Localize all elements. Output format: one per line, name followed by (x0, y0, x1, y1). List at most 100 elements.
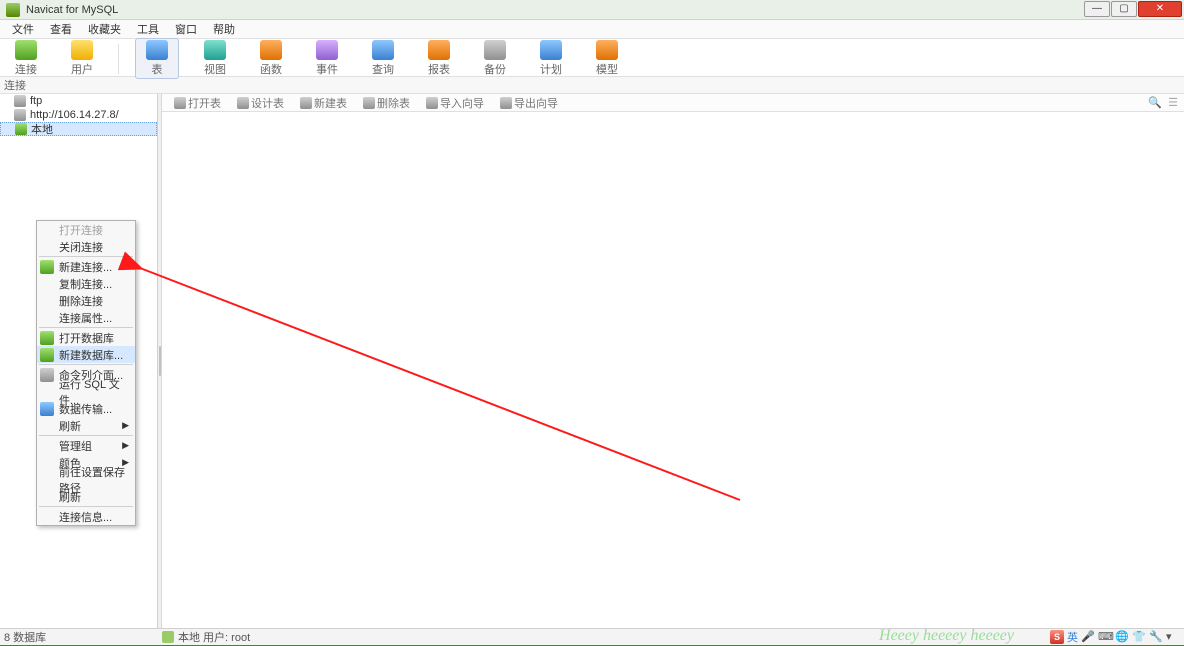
toolbar-user[interactable]: 用户 (62, 40, 102, 77)
object-toolbar-item[interactable]: 设计表 (231, 95, 290, 111)
menu-item[interactable]: 连接信息... (37, 508, 135, 525)
toolbar-small-icon (300, 97, 312, 109)
menu-item-label: 新建数据库... (59, 347, 123, 363)
window-titlebar: Navicat for MySQL — ▢ ✕ (0, 0, 1184, 20)
menu-item-label: 管理组 (59, 438, 92, 454)
ime-lang[interactable]: 英 (1067, 629, 1078, 645)
statusbar-left: 8 数据库 (4, 629, 162, 645)
tree-item-label: 本地 (31, 121, 53, 137)
object-toolbar-item[interactable]: 打开表 (168, 95, 227, 111)
tree-item[interactable]: http://106.14.27.8/ (0, 108, 157, 122)
connect-icon (15, 40, 37, 60)
tray-icon[interactable]: 🎤 (1081, 630, 1095, 644)
connection-pane-header-label: 连接 (4, 77, 26, 93)
menu-fav[interactable]: 收藏夹 (80, 21, 129, 37)
app-icon (6, 3, 20, 17)
maximize-button[interactable]: ▢ (1111, 1, 1137, 17)
menu-item: 打开连接 (37, 221, 135, 238)
event-icon (316, 40, 338, 60)
toolbar-label: 用户 (71, 61, 93, 77)
tray-icon[interactable]: 🌐 (1115, 630, 1129, 644)
menu-item[interactable]: 刷新 (37, 488, 135, 505)
watermark-text: Heeey heeeey heeeey (879, 627, 1014, 645)
context-menu: 打开连接关闭连接新建连接...复制连接...删除连接连接属性... 打开数据库新建… (36, 220, 136, 526)
query-icon (372, 40, 394, 60)
menu-file[interactable]: 文件 (4, 21, 42, 37)
toolbar-func[interactable]: 函数 (251, 40, 291, 77)
menu-item-icon (40, 260, 54, 274)
db-icon (14, 95, 26, 107)
object-toolbar-label: 导入向导 (440, 95, 484, 111)
menu-item[interactable]: 新建数据库... (37, 346, 135, 363)
toolbar-label: 模型 (596, 61, 618, 77)
submenu-arrow-icon: ▶ (122, 420, 129, 431)
menu-item-icon (40, 368, 54, 382)
menu-item[interactable]: 复制连接... (37, 275, 135, 292)
toolbar-label: 计划 (540, 61, 562, 77)
menu-item-label: 新建连接... (59, 259, 112, 275)
tray-icon[interactable]: ⌨ (1098, 630, 1112, 644)
statusbar-right: 本地 用户: root (178, 629, 250, 645)
status-bar: 8 数据库 本地 用户: root Heeey heeeey heeeey S … (0, 628, 1184, 645)
tree-item[interactable]: ftp (0, 94, 157, 108)
tree-item[interactable]: 本地 (0, 122, 157, 136)
tray-icon[interactable]: 👕 (1132, 630, 1146, 644)
menu-item[interactable]: 关闭连接 (37, 238, 135, 255)
report-icon (428, 40, 450, 60)
tray-icon[interactable]: 🔧 (1149, 630, 1163, 644)
system-tray: S 英 🎤 ⌨ 🌐 👕 🔧 ▾ (1050, 629, 1180, 645)
menu-item[interactable]: 前往设置保存路径 (37, 471, 135, 488)
menu-separator (39, 327, 133, 328)
search-icon[interactable]: 🔍 (1148, 96, 1162, 109)
menu-view[interactable]: 查看 (42, 21, 80, 37)
toolbar-label: 报表 (428, 61, 450, 77)
menu-window[interactable]: 窗口 (167, 21, 205, 37)
toolbar-label: 表 (152, 61, 163, 77)
object-toolbar-item[interactable]: 新建表 (294, 95, 353, 111)
toolbar-schedule[interactable]: 计划 (531, 40, 571, 77)
toolbar-event[interactable]: 事件 (307, 40, 347, 77)
toolbar-query[interactable]: 查询 (363, 40, 403, 77)
menu-item[interactable]: 删除连接 (37, 292, 135, 309)
connection-tree[interactable]: ftphttp://106.14.27.8/本地 打开连接关闭连接新建连接...… (0, 94, 158, 628)
toolbar-report[interactable]: 报表 (419, 40, 459, 77)
toolbar-backup[interactable]: 备份 (475, 40, 515, 77)
menu-item[interactable]: 打开数据库 (37, 329, 135, 346)
object-toolbar-item[interactable]: 导出向导 (494, 95, 564, 111)
menu-item-icon (40, 331, 54, 345)
menu-item[interactable]: 刷新 ▶ (37, 417, 135, 434)
toolbar-connect[interactable]: 连接 (6, 40, 46, 77)
object-toolbar-right: 🔍☰ (1148, 96, 1184, 109)
menu-item-label: 连接属性... (59, 310, 112, 326)
func-icon (260, 40, 282, 60)
menu-separator (39, 364, 133, 365)
object-toolbar-label: 删除表 (377, 95, 410, 111)
menu-item[interactable]: 连接属性... (37, 309, 135, 326)
menu-separator (39, 435, 133, 436)
menu-item[interactable]: 新建连接... (37, 258, 135, 275)
toolbar-view[interactable]: 视图 (195, 40, 235, 77)
menu-item[interactable]: 运行 SQL 文件... (37, 383, 135, 400)
minimize-button[interactable]: — (1084, 1, 1110, 17)
db-icon (14, 109, 26, 121)
object-toolbar: 打开表设计表新建表删除表导入向导导出向导🔍☰ (162, 94, 1184, 112)
toolbar-model[interactable]: 模型 (587, 40, 627, 77)
ime-icon[interactable]: S (1050, 630, 1064, 644)
toolbar-table[interactable]: 表 (135, 38, 179, 79)
object-toolbar-label: 导出向导 (514, 95, 558, 111)
object-toolbar-label: 新建表 (314, 95, 347, 111)
object-toolbar-item[interactable]: 删除表 (357, 95, 416, 111)
model-icon (596, 40, 618, 60)
view-icon (204, 40, 226, 60)
menu-item-label: 刷新 (59, 418, 81, 434)
menu-item[interactable]: 管理组▶ (37, 437, 135, 454)
close-button[interactable]: ✕ (1138, 1, 1182, 17)
menu-tools[interactable]: 工具 (129, 21, 167, 37)
view-mode-icon[interactable]: ☰ (1168, 96, 1178, 109)
menu-item-label: 刷新 (59, 489, 81, 505)
tray-icon[interactable]: ▾ (1166, 630, 1180, 644)
menu-item[interactable]: 数据传输... (37, 400, 135, 417)
menu-help[interactable]: 帮助 (205, 21, 243, 37)
object-toolbar-item[interactable]: 导入向导 (420, 95, 490, 111)
object-list-empty (162, 112, 1184, 628)
